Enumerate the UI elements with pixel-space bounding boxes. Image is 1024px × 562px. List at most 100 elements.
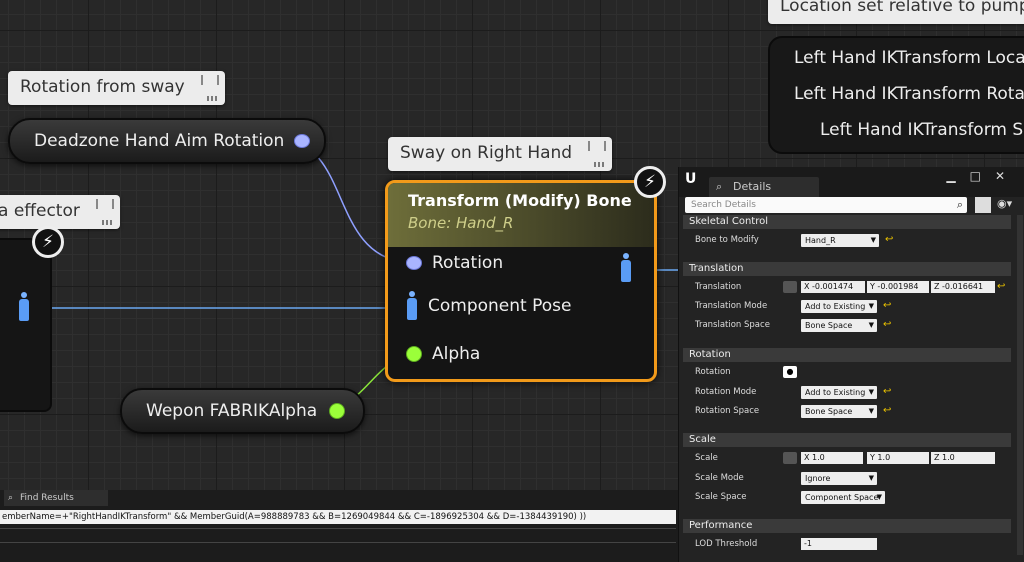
section-label: Scale	[689, 434, 716, 445]
tab-label: Details	[733, 180, 772, 193]
translation-space-dropdown[interactable]: Bone Space	[801, 319, 877, 332]
node-title: Transform (Modify) Bone	[408, 191, 632, 210]
rotation-label: Rotation	[695, 367, 731, 377]
details-tabbar: U ⌕ Details ▁□✕	[679, 167, 1024, 197]
alpha-output-pin[interactable]	[329, 403, 346, 419]
reset-arrow-icon[interactable]: ↩	[997, 281, 1005, 292]
section-label: Rotation	[689, 349, 731, 360]
find-results-search-field[interactable]: emberName=+"RightHandIKTransform" && Mem…	[0, 510, 676, 524]
rotation-input[interactable]: Rotation	[406, 253, 503, 273]
pin-label: Component Pose	[428, 296, 572, 316]
section-rotation[interactable]: Rotation	[683, 348, 1011, 362]
reset-arrow-icon[interactable]: ↩	[883, 319, 891, 330]
scale-toggle-icon[interactable]	[783, 452, 797, 464]
lightning-icon: ⚡	[634, 166, 666, 198]
wepon-fabrik-alpha-node[interactable]: Wepon FABRIKAlpha	[120, 388, 366, 434]
translation-label: Translation	[695, 282, 742, 292]
lightning-icon: ⚡	[32, 226, 64, 258]
deadzone-hand-aim-rotation-node[interactable]: Deadzone Hand Aim Rotation	[8, 118, 327, 164]
comment-rotation-from-sway[interactable]: Rotation from sway	[8, 71, 225, 105]
tab-find-results[interactable]: ⌕ Find Results	[4, 490, 108, 506]
comment-sway-on-right-hand[interactable]: Sway on Right Hand	[388, 137, 613, 171]
scale-space-label: Scale Space	[695, 492, 747, 502]
section-skeletal-control[interactable]: Skeletal Control	[683, 215, 1011, 229]
rotation-pin[interactable]	[406, 256, 422, 270]
reset-arrow-icon[interactable]: ↩	[883, 405, 891, 416]
translation-y-field[interactable]: Y -0.001984	[867, 281, 929, 293]
lod-threshold-label: LOD Threshold	[695, 539, 758, 549]
comment-text: a effector	[0, 201, 80, 221]
left-hand-ik-transform-node[interactable]: Left Hand IKTransform Locatio Left Hand …	[768, 36, 1024, 154]
scale-mode-label: Scale Mode	[695, 473, 744, 483]
divider	[0, 528, 676, 529]
section-label: Translation	[689, 263, 744, 274]
more-icon	[206, 96, 219, 101]
output-label-rotation: Left Hand IKTransform Rotatio	[794, 84, 1024, 104]
translation-x-field[interactable]: X -0.001474	[801, 281, 865, 293]
bone-to-modify-dropdown[interactable]: Hand_R	[801, 234, 879, 247]
rotation-mode-dropdown[interactable]: Add to Existing	[801, 386, 877, 399]
section-performance[interactable]: Performance	[683, 519, 1011, 533]
comment-text: Rotation from sway	[20, 77, 185, 97]
section-scale[interactable]: Scale	[683, 433, 1011, 447]
reset-arrow-icon[interactable]: ↩	[883, 386, 891, 397]
component-pose-icon[interactable]	[18, 292, 30, 322]
translation-space-label: Translation Space	[695, 320, 770, 330]
reset-arrow-icon[interactable]: ↩	[885, 234, 893, 245]
eye-icon[interactable]: ◉▾	[997, 197, 1012, 210]
rotation-output-pin[interactable]	[294, 134, 311, 148]
section-translation[interactable]: Translation	[683, 262, 1011, 276]
divider	[0, 542, 676, 543]
search-icon: ⌕	[716, 180, 723, 193]
search-placeholder: Search Details	[691, 200, 756, 210]
view-options-grid-icon[interactable]	[975, 197, 991, 213]
node-subtitle: Bone: Hand_R	[408, 214, 514, 232]
pin-icon[interactable]	[200, 75, 219, 85]
search-icon: ⌕	[8, 493, 14, 503]
more-icon	[101, 220, 114, 225]
node-header: Transform (Modify) Bone Bone: Hand_R	[388, 183, 654, 247]
details-panel[interactable]: U ⌕ Details ▁□✕ Search Details ⌕ ◉▾ Skel…	[678, 167, 1024, 562]
comment-text: Sway on Right Hand	[400, 143, 573, 163]
pin-icon[interactable]	[95, 199, 114, 209]
translation-mode-dropdown[interactable]: Add to Existing	[801, 300, 877, 313]
window-buttons[interactable]: ▁□✕	[946, 169, 1019, 183]
pin-icon[interactable]	[588, 141, 607, 151]
scale-space-dropdown[interactable]: Component Space	[801, 491, 885, 504]
pose-output-icon[interactable]	[620, 253, 632, 283]
tab-label: Find Results	[20, 493, 74, 503]
eye-pin-icon[interactable]: ●	[783, 366, 797, 378]
search-icon: ⌕	[956, 198, 963, 211]
scale-x-field[interactable]: X 1.0	[801, 452, 863, 464]
scale-label: Scale	[695, 453, 718, 463]
details-scrollbar[interactable]	[1017, 215, 1023, 555]
alpha-input[interactable]: Alpha	[406, 344, 480, 364]
section-label: Skeletal Control	[689, 216, 769, 227]
component-pose-input[interactable]: Component Pose	[406, 291, 571, 321]
output-label-scale: Left Hand IKTransform Sca	[820, 120, 1024, 140]
component-pose-icon[interactable]	[406, 291, 418, 321]
pin-label: Alpha	[432, 344, 481, 364]
scale-z-field[interactable]: Z 1.0	[931, 452, 995, 464]
translation-z-field[interactable]: Z -0.016641	[931, 281, 995, 293]
tab-details[interactable]: ⌕ Details	[709, 177, 819, 197]
section-label: Performance	[689, 520, 753, 531]
reset-arrow-icon[interactable]: ↩	[883, 300, 891, 311]
search-details-input[interactable]: Search Details ⌕	[685, 197, 967, 213]
rotation-mode-label: Rotation Mode	[695, 387, 757, 397]
scale-mode-dropdown[interactable]: Ignore	[801, 472, 877, 485]
bone-to-modify-label: Bone to Modify	[695, 235, 759, 245]
scale-y-field[interactable]: Y 1.0	[867, 452, 929, 464]
node-title: Wepon FABRIKAlpha	[146, 401, 318, 421]
transform-modify-bone-node[interactable]: Transform (Modify) Bone Bone: Hand_R Rot…	[385, 180, 657, 382]
comment-effector[interactable]: a effector	[0, 195, 120, 229]
find-results-panel[interactable]: ⌕ Find Results emberName=+"RightHandIKTr…	[0, 490, 678, 562]
alpha-pin[interactable]	[406, 346, 422, 362]
effector-node[interactable]	[0, 238, 52, 412]
translation-toggle-icon[interactable]	[783, 281, 797, 293]
pin-label: Rotation	[432, 253, 504, 273]
comment-location-set[interactable]: Location set relative to pump b	[768, 0, 1024, 24]
lod-threshold-field[interactable]: -1	[801, 538, 877, 550]
rotation-space-dropdown[interactable]: Bone Space	[801, 405, 877, 418]
more-icon	[594, 162, 607, 167]
